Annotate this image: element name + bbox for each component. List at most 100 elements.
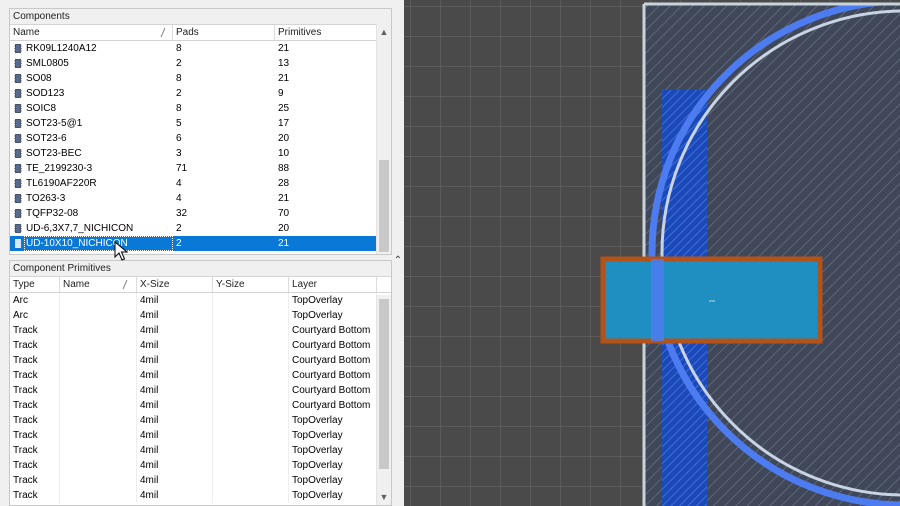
component-row[interactable]: TL6190AF220R 4 28 [10, 176, 377, 191]
component-name: SOD123 [26, 88, 65, 99]
component-name: SOT23-BEC [26, 148, 82, 159]
primitive-row[interactable]: Track 4mil TopOverlay [10, 443, 377, 458]
primitive-row[interactable]: Track 4mil TopOverlay [10, 458, 377, 473]
scrollbar-thumb[interactable] [379, 160, 389, 252]
component-name: TQFP32-08 [26, 208, 79, 219]
primitive-xsize: 4mil [137, 428, 213, 443]
primitive-ysize [213, 488, 289, 503]
primitive-type: Track [10, 413, 60, 428]
primitive-row[interactable]: Track 4mil TopOverlay [10, 413, 377, 428]
component-pads: 2 [176, 223, 182, 234]
component-row[interactable]: TE_2199230-3 71 88 [10, 161, 377, 176]
primitive-type: Track [10, 428, 60, 443]
primitives-panel: Component Primitives Type Name X-Size Y-… [9, 260, 392, 506]
primitive-xsize: 4mil [137, 308, 213, 323]
primitive-row[interactable]: Track 4mil Courtyard Bottom [10, 338, 377, 353]
component-primitives: 17 [278, 118, 290, 129]
component-primitives: 20 [278, 133, 290, 144]
component-row[interactable]: SOT23-5@1 5 17 [10, 116, 377, 131]
primitive-ysize [213, 443, 289, 458]
primitive-name [60, 443, 137, 458]
component-primitives: 70 [278, 208, 290, 219]
component-row[interactable]: SOIC8 8 25 [10, 101, 377, 116]
primitive-row[interactable]: Track 4mil TopOverlay [10, 428, 377, 443]
primitive-type: Track [10, 398, 60, 413]
component-primitives: 9 [278, 88, 284, 99]
primitive-row[interactable]: Track 4mil Courtyard Bottom [10, 353, 377, 368]
left-panels: Components Name Pads Primitives RK09L124… [0, 0, 404, 506]
component-primitives: 21 [278, 43, 290, 54]
primitive-row[interactable]: Arc 4mil TopOverlay [10, 308, 377, 323]
column-resize-grip-icon [122, 279, 128, 290]
primitive-ysize [213, 458, 289, 473]
col-header-xsize[interactable]: X-Size [137, 277, 213, 292]
component-pads: 6 [176, 133, 182, 144]
component-row[interactable]: SOD123 2 9 [10, 86, 377, 101]
component-name: TL6190AF220R [26, 178, 97, 189]
primitive-type: Track [10, 368, 60, 383]
component-row[interactable]: SOT23-6 6 20 [10, 131, 377, 146]
primitive-xsize: 4mil [137, 443, 213, 458]
primitive-layer: Courtyard Bottom [289, 338, 377, 353]
component-icon [14, 224, 22, 233]
component-row[interactable]: SML0805 2 13 [10, 56, 377, 71]
component-row[interactable]: TO263-3 4 21 [10, 191, 377, 206]
components-scrollbar[interactable]: ▲ [376, 24, 391, 254]
component-row[interactable]: SOT23-BEC 3 10 [10, 146, 377, 161]
primitive-type: Track [10, 473, 60, 488]
primitive-xsize: 4mil [137, 473, 213, 488]
pcb-canvas[interactable]: uss [404, 0, 900, 506]
components-header: Name Pads Primitives [10, 25, 391, 41]
primitive-ysize [213, 338, 289, 353]
primitive-layer: TopOverlay [289, 488, 377, 503]
component-primitives: 21 [278, 193, 290, 204]
component-row[interactable]: UD-6,3X7,7_NICHICON 2 20 [10, 221, 377, 236]
col-header-pads[interactable]: Pads [173, 25, 275, 40]
primitive-row[interactable]: Track 4mil Courtyard Bottom [10, 368, 377, 383]
primitive-name [60, 458, 137, 473]
component-pads: 4 [176, 193, 182, 204]
scroll-up-arrow-icon[interactable]: ▲ [377, 26, 391, 38]
component-name: SOT23-5@1 [26, 118, 83, 129]
component-pads: 2 [176, 58, 182, 69]
col-header-name[interactable]: Name [10, 25, 173, 40]
collapse-arrow-icon[interactable]: ⌃ [392, 255, 404, 267]
component-primitives: 21 [278, 238, 290, 249]
col-header-primitives[interactable]: Primitives [275, 25, 377, 40]
component-row[interactable]: UD-10X10_NICHICON 2 21 [10, 236, 377, 251]
component-pads: 5 [176, 118, 182, 129]
component-name: TO263-3 [26, 193, 66, 204]
primitive-row[interactable]: Track 4mil TopOverlay [10, 473, 377, 488]
component-row[interactable]: RK09L1240A12 8 21 [10, 41, 377, 56]
primitive-name [60, 338, 137, 353]
primitive-row[interactable]: Track 4mil Courtyard Bottom [10, 323, 377, 338]
scrollbar-thumb[interactable] [379, 299, 389, 469]
component-name: UD-10X10_NICHICON [24, 236, 173, 251]
primitive-row[interactable]: Track 4mil Courtyard Bottom [10, 383, 377, 398]
primitive-type: Track [10, 443, 60, 458]
scroll-down-arrow-icon[interactable]: ▼ [377, 491, 391, 503]
col-header-type[interactable]: Type [10, 277, 60, 292]
component-icon [14, 149, 22, 158]
primitive-ysize [213, 323, 289, 338]
primitive-ysize [213, 353, 289, 368]
primitive-layer: TopOverlay [289, 413, 377, 428]
board-region [644, 4, 900, 506]
col-header-ysize[interactable]: Y-Size [213, 277, 289, 292]
component-row[interactable]: SO08 8 21 [10, 71, 377, 86]
primitives-scrollbar[interactable]: ▼ [376, 295, 391, 505]
primitive-row[interactable]: Arc 4mil TopOverlay [10, 293, 377, 308]
primitive-name [60, 428, 137, 443]
component-row[interactable]: TQFP32-08 32 70 [10, 206, 377, 221]
component-icon [14, 239, 22, 248]
component-name: SOIC8 [26, 103, 57, 114]
pcb-view[interactable]: uss [404, 0, 900, 506]
primitive-name [60, 413, 137, 428]
col-header-layer[interactable]: Layer [289, 277, 377, 292]
primitive-row[interactable]: Track 4mil Courtyard Bottom [10, 398, 377, 413]
primitive-row[interactable]: Track 4mil TopOverlay [10, 488, 377, 503]
primitive-layer: TopOverlay [289, 428, 377, 443]
primitive-xsize: 4mil [137, 398, 213, 413]
column-resize-grip-icon [160, 27, 166, 38]
primitive-layer: Courtyard Bottom [289, 383, 377, 398]
